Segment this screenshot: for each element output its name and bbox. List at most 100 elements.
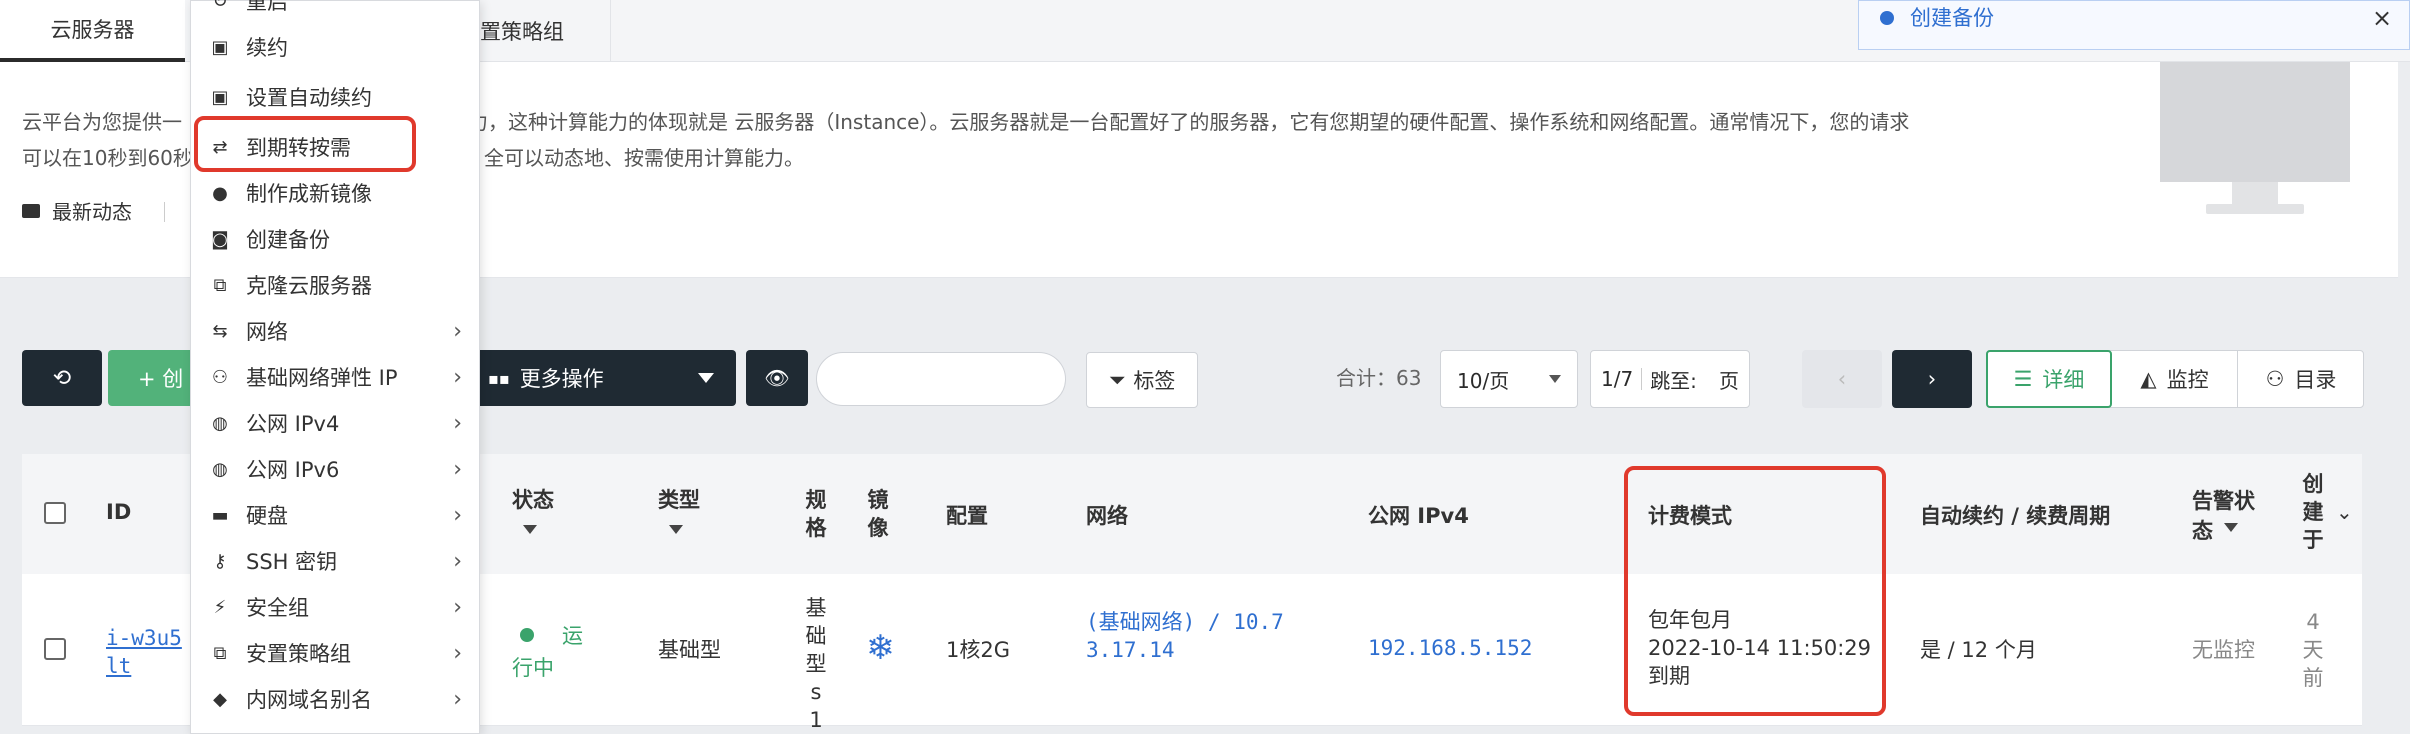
- column-config: 配置: [946, 504, 988, 528]
- instance-type: 基础型: [658, 638, 721, 662]
- disc-icon: ●: [212, 182, 228, 204]
- latest-news-label: 最新动态: [52, 200, 132, 224]
- chevron-right-icon: ›: [453, 410, 462, 436]
- column-renew: 自动续约 / 续费周期: [1920, 504, 2111, 528]
- chevron-down-icon[interactable]: ⌄: [2336, 500, 2353, 524]
- prev-page-button[interactable]: ‹: [1802, 350, 1882, 408]
- bolt-icon: ⚡: [213, 596, 227, 618]
- menu-item-public-ipv4[interactable]: ◍ 公网 IPv4 ›: [190, 400, 480, 446]
- toast-message: 创建备份: [1910, 6, 1994, 30]
- next-page-button[interactable]: ›: [1892, 350, 1972, 408]
- view-monitor-label: 监控: [2166, 368, 2209, 392]
- chevron-left-icon: ‹: [1837, 367, 1847, 391]
- chevron-right-icon: ›: [453, 318, 462, 344]
- tag-filter-button[interactable]: ⏷ 标签: [1086, 352, 1198, 408]
- search-input[interactable]: [816, 352, 1066, 406]
- tag-filter-label: 标签: [1133, 369, 1176, 393]
- intro-text-line1-start: 云平台为您提供一: [22, 110, 182, 134]
- sitemap-icon: ⚇: [2265, 367, 2285, 391]
- tab-cloud-servers[interactable]: 云服务器: [0, 0, 185, 62]
- intro-text-line2-start: 可以在10秒到60秒: [22, 146, 193, 170]
- area-chart-icon: ◭: [2140, 367, 2157, 391]
- alarm-status: 无监控: [2192, 638, 2255, 662]
- column-status[interactable]: 状态: [512, 484, 554, 514]
- chevron-right-icon: ›: [453, 548, 462, 574]
- instance-id-link[interactable]: i-w3u5 lt: [106, 624, 182, 680]
- menu-item-disk[interactable]: ▬ 硬盘 ›: [190, 492, 480, 538]
- monitor-illustration-base: [2206, 204, 2304, 214]
- instance-config: 1核2G: [946, 638, 1010, 662]
- menu-item-restart[interactable]: ↻ 重启: [190, 0, 480, 24]
- column-alarm[interactable]: 告警状态: [2192, 486, 2264, 546]
- tab-placement-groups[interactable]: 置策略组: [480, 0, 610, 62]
- close-icon[interactable]: ×: [2372, 2, 2392, 34]
- menu-item-clone-server[interactable]: ⧉ 克隆云服务器: [190, 262, 480, 308]
- menu-item-auto-renew[interactable]: ▣ 设置自动续约: [190, 74, 480, 120]
- column-network: 网络: [1086, 504, 1128, 528]
- column-type[interactable]: 类型: [658, 484, 700, 514]
- chevron-right-icon: ›: [453, 640, 462, 666]
- camera-icon: ◙: [211, 228, 229, 250]
- more-actions-button[interactable]: ▪▪ 更多操作: [460, 350, 736, 406]
- caret-down-icon[interactable]: [669, 525, 683, 534]
- caret-down-icon[interactable]: [2224, 523, 2238, 532]
- clone-icon: ⧉: [213, 274, 227, 296]
- latest-news-link[interactable]: 最新动态: [22, 196, 132, 225]
- tab-divider: [610, 0, 611, 62]
- page-info: 1/7: [1601, 367, 1634, 391]
- globe-icon: ◍: [212, 458, 228, 480]
- refresh-icon: ⟲: [52, 365, 72, 391]
- row-checkbox[interactable]: [44, 638, 66, 660]
- menu-item-security-group[interactable]: ⚡ 安全组 ›: [190, 584, 480, 630]
- view-monitor-button[interactable]: ◭ 监控: [2112, 350, 2238, 408]
- status-badge: 运行中: [512, 624, 583, 680]
- column-created[interactable]: 创建于: [2302, 470, 2324, 554]
- network-icon: ⇆: [212, 320, 228, 342]
- select-all-checkbox[interactable]: [44, 502, 66, 524]
- more-actions-label: 更多操作: [519, 367, 604, 391]
- menu-item-placement-group[interactable]: ⧉ 安置策略组 ›: [190, 630, 480, 676]
- menu-item-ssh-key[interactable]: ⚷ SSH 密钥 ›: [190, 538, 480, 584]
- jump-label: 跳至:: [1650, 368, 1697, 393]
- grid-icon: ▪▪: [488, 368, 510, 388]
- total-count: 合计：63: [1336, 366, 1422, 390]
- placement-icon: ⧉: [213, 642, 227, 664]
- menu-item-create-backup[interactable]: ◙ 创建备份: [190, 216, 480, 262]
- comment-icon: [22, 203, 40, 218]
- menu-item-renew[interactable]: ▣ 续约: [190, 24, 480, 70]
- instance-spec: 基础型s1: [805, 596, 827, 732]
- column-visibility-button[interactable]: 👁: [746, 350, 808, 406]
- view-detail-label: 详细: [2042, 368, 2085, 392]
- menu-item-elastic-ip[interactable]: ⚇ 基础网络弹性 IP ›: [190, 354, 480, 400]
- network-link[interactable]: (基础网络) / 10.7 3.17.14: [1086, 608, 1284, 664]
- view-detail-button[interactable]: ☰ 详细: [1986, 350, 2112, 408]
- refresh-button[interactable]: ⟲: [22, 350, 102, 406]
- caret-down-icon[interactable]: [523, 525, 537, 534]
- menu-item-domain-alias[interactable]: ◆ 内网域名别名 ›: [190, 676, 480, 722]
- menu-item-network[interactable]: ⇆ 网络 ›: [190, 308, 480, 354]
- column-id: ID: [106, 500, 132, 524]
- eye-icon: 👁: [764, 366, 790, 390]
- disk-icon: ▬: [211, 504, 229, 526]
- filter-icon: ⏷: [1108, 367, 1126, 392]
- menu-item-create-image[interactable]: ● 制作成新镜像: [190, 170, 480, 216]
- chevron-right-icon: ›: [1927, 367, 1937, 391]
- globe-icon: ◍: [212, 412, 228, 434]
- os-image-icon: ❄: [866, 628, 895, 668]
- renew-icon: ▣: [211, 36, 229, 58]
- menu-item-public-ipv6[interactable]: ◍ 公网 IPv6 ›: [190, 446, 480, 492]
- public-ip-link[interactable]: 192.168.5.152: [1368, 636, 1532, 660]
- column-spec: 规格: [805, 488, 827, 540]
- chevron-right-icon: ›: [453, 686, 462, 712]
- tag-icon: ◆: [213, 688, 227, 710]
- info-dot-icon: [1880, 11, 1894, 25]
- view-catalog-button[interactable]: ⚇ 目录: [2238, 350, 2364, 408]
- intro-text-line2-end: 全可以动态地、按需使用计算能力。: [484, 146, 804, 170]
- monitor-illustration: [2160, 62, 2350, 182]
- column-image: 镜像: [867, 488, 889, 540]
- page-jump[interactable]: 1/7 跳至: 页: [1590, 350, 1750, 408]
- page-size-select[interactable]: 10/页: [1440, 350, 1578, 408]
- key-icon: ⚷: [213, 550, 227, 572]
- created-time: 4天前: [2302, 610, 2324, 690]
- menu-highlight-box: [194, 116, 416, 172]
